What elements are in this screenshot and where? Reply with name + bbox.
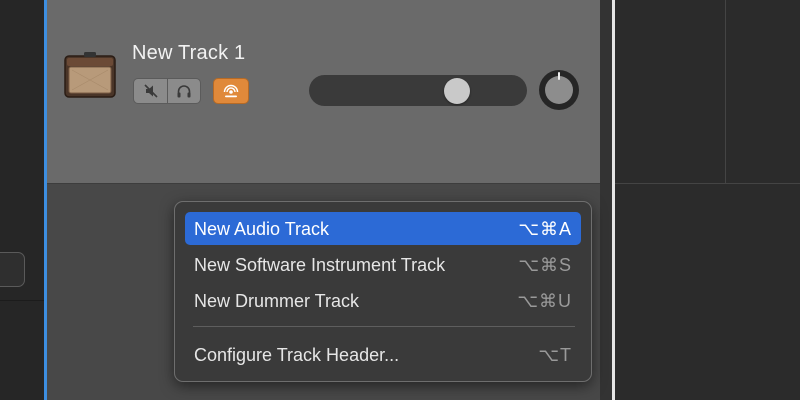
volume-slider[interactable] bbox=[309, 75, 527, 106]
menu-item-label: New Audio Track bbox=[194, 219, 330, 239]
menu-item-new-drummer-track[interactable]: New Drummer Track ⌥⌘U bbox=[185, 284, 581, 317]
headphones-icon bbox=[177, 85, 191, 98]
speaker-muted-icon bbox=[143, 84, 158, 98]
timeline-area bbox=[615, 0, 800, 400]
pan-knob[interactable] bbox=[539, 70, 579, 110]
pan-indicator bbox=[558, 72, 560, 80]
menu-item-configure-track-header[interactable]: Configure Track Header... ⌥T bbox=[185, 338, 581, 371]
menu-item-new-software-instrument-track[interactable]: New Software Instrument Track ⌥⌘S bbox=[185, 248, 581, 281]
track-buttons bbox=[133, 78, 201, 104]
solo-button[interactable] bbox=[167, 78, 201, 104]
menu-item-label: Configure Track Header... bbox=[194, 345, 400, 365]
guitar-amp-icon bbox=[64, 52, 116, 98]
timeline-row-divider bbox=[615, 183, 800, 184]
mute-button[interactable] bbox=[133, 78, 167, 104]
left-panel bbox=[0, 0, 44, 400]
context-menu: New Audio Track ⌥⌘A New Software Instrum… bbox=[174, 201, 592, 382]
menu-item-label: New Software Instrument Track bbox=[194, 255, 446, 275]
menu-item-shortcut: ⌥⌘U bbox=[517, 291, 572, 311]
input-monitoring-button[interactable] bbox=[213, 78, 249, 104]
panel-divider bbox=[0, 300, 44, 301]
track-name[interactable]: New Track 1 bbox=[132, 42, 245, 65]
volume-slider-handle[interactable] bbox=[444, 78, 471, 104]
menu-item-label: New Drummer Track bbox=[194, 291, 360, 311]
timeline-grid-line bbox=[725, 0, 726, 183]
panel-control[interactable] bbox=[0, 252, 25, 287]
track-header[interactable]: New Track 1 bbox=[47, 0, 600, 184]
menu-item-shortcut: ⌥T bbox=[538, 345, 572, 365]
menu-item-shortcut: ⌥⌘S bbox=[518, 255, 572, 275]
menu-item-shortcut: ⌥⌘A bbox=[518, 219, 572, 239]
menu-separator bbox=[193, 326, 575, 327]
menu-item-new-audio-track[interactable]: New Audio Track ⌥⌘A bbox=[185, 212, 581, 245]
input-monitoring-icon bbox=[223, 84, 239, 98]
pan-knob-face bbox=[545, 76, 573, 104]
header-edge bbox=[600, 0, 612, 400]
